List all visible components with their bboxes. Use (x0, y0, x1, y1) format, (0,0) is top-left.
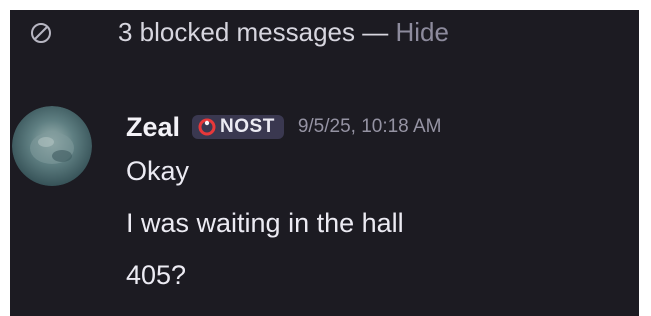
username[interactable]: Zeal (126, 112, 180, 143)
red-ring-icon (198, 118, 216, 136)
blocked-messages-bar: 3 blocked messages — Hide (10, 10, 639, 56)
badge-label: NOST (220, 116, 275, 137)
chat-panel: 3 blocked messages — Hide Zeal NOST 9/5/… (10, 10, 639, 316)
avatar[interactable] (12, 106, 92, 186)
avatar-image (12, 106, 92, 186)
message-line: Okay (126, 156, 190, 186)
blocked-messages-text: 3 blocked messages — Hide (118, 16, 449, 48)
message-header: Zeal NOST 9/5/25, 10:18 AM (126, 110, 441, 144)
server-tag-badge[interactable]: NOST (192, 115, 284, 139)
hide-blocked-link[interactable]: Hide (396, 17, 449, 47)
message-line: 405? (126, 260, 187, 290)
blocked-count-label: 3 blocked messages (118, 17, 356, 47)
blocked-circle-icon (31, 23, 51, 43)
message-line: I was waiting in the hall (126, 208, 404, 238)
message-timestamp: 9/5/25, 10:18 AM (297, 116, 442, 137)
blocked-separator: — (362, 17, 389, 47)
